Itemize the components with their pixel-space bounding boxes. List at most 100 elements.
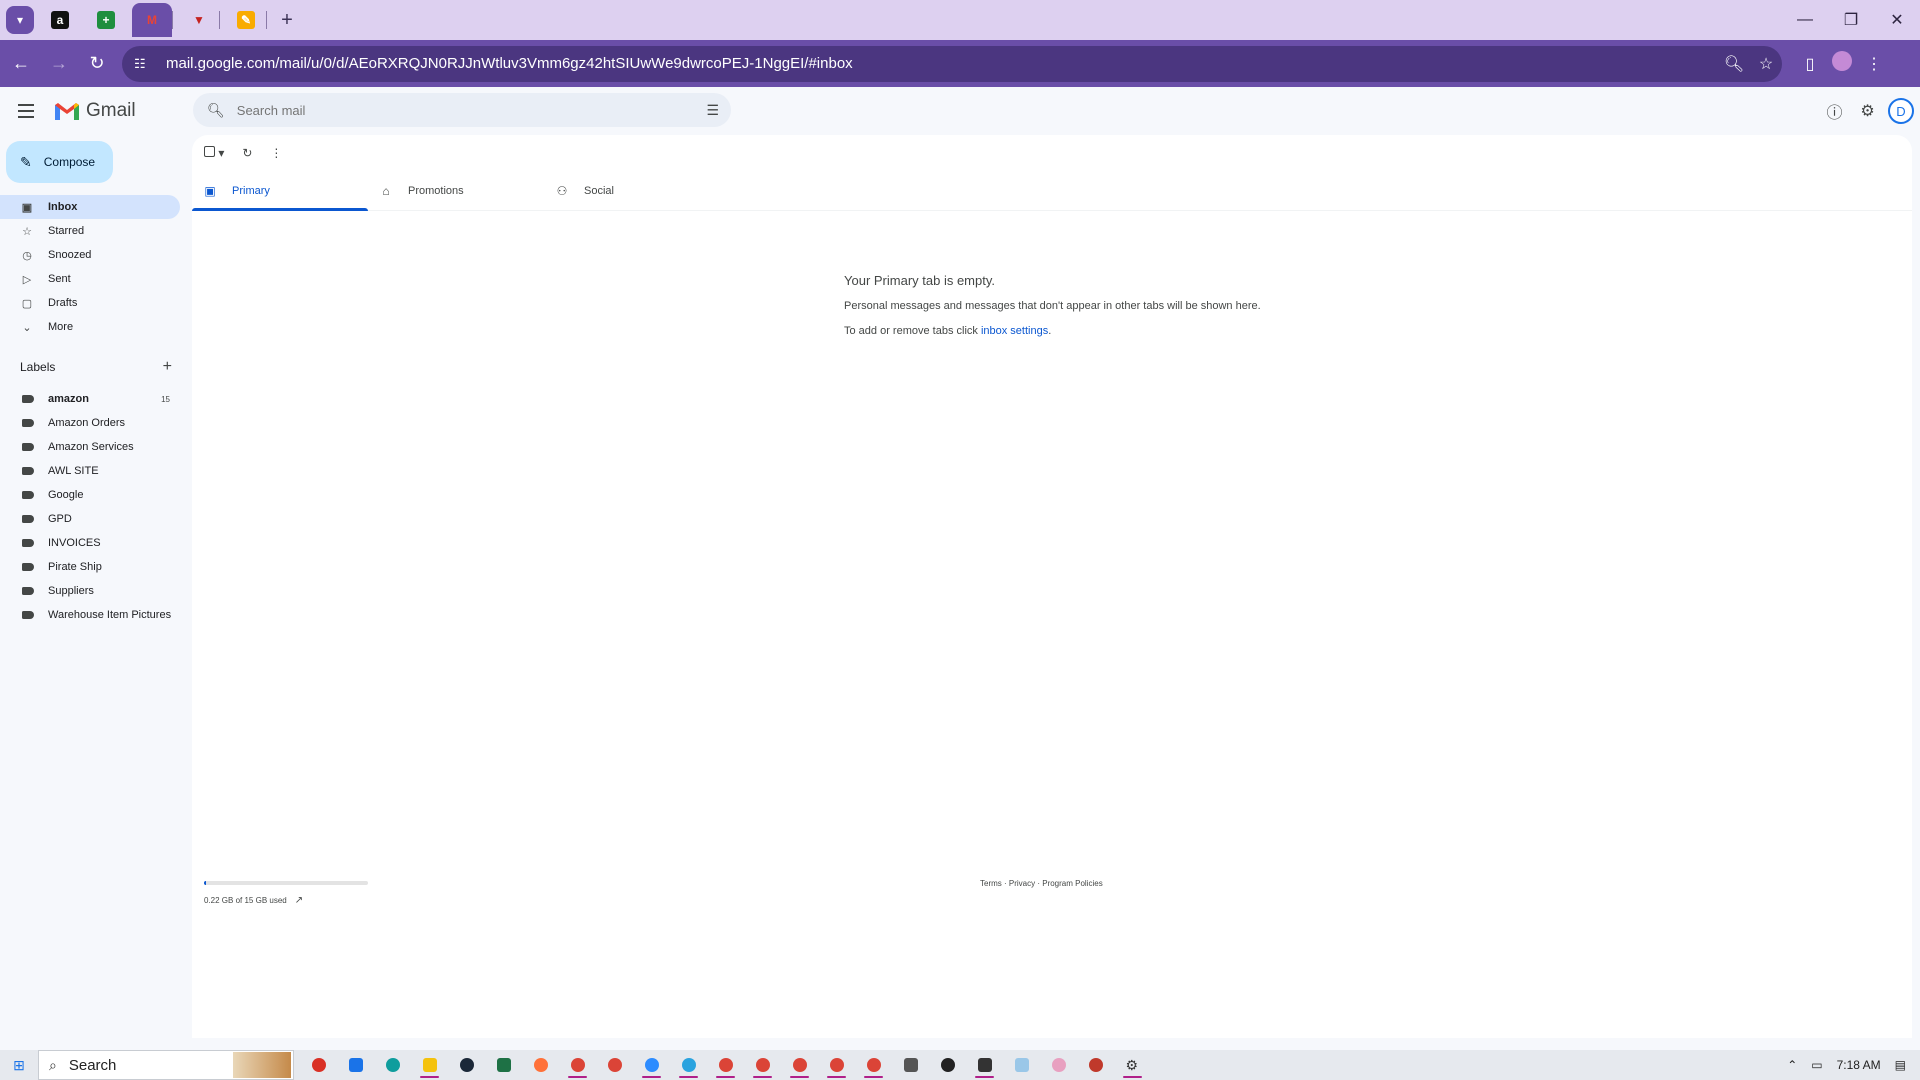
label-item[interactable]: INVOICES: [0, 531, 180, 555]
tab-primary[interactable]: ▣ Primary: [192, 171, 368, 211]
refresh-icon[interactable]: ↻: [242, 146, 252, 160]
label-item[interactable]: Amazon Orders: [0, 411, 180, 435]
taskbar-app-chrome[interactable]: [855, 1050, 892, 1080]
browser-tab-sheets[interactable]: +: [86, 3, 126, 37]
sidebar-item-inbox[interactable]: ▣ Inbox: [0, 195, 180, 219]
search-input[interactable]: [236, 102, 677, 118]
main-menu-icon[interactable]: [14, 99, 38, 123]
taskbar-app-files[interactable]: [1003, 1050, 1040, 1080]
labels-title: Labels: [20, 360, 56, 374]
tab-social[interactable]: ⚇ Social: [544, 171, 720, 210]
profile-button[interactable]: [1826, 51, 1858, 76]
taskbar-app-tool[interactable]: [1077, 1050, 1114, 1080]
help-icon[interactable]: ⓘ: [1818, 99, 1851, 123]
taskbar-app-zoom[interactable]: [633, 1050, 670, 1080]
chrome-icon: [755, 1058, 770, 1072]
label-item[interactable]: Amazon Services: [0, 435, 180, 459]
battery-icon[interactable]: ▭: [1811, 1058, 1822, 1072]
search-icon[interactable]: 🔍︎: [207, 102, 225, 119]
tab-promotions[interactable]: ⌂ Promotions: [368, 171, 544, 210]
close-icon[interactable]: ✕: [1874, 0, 1920, 40]
side-panel-icon[interactable]: ▯: [1794, 54, 1826, 74]
label-item[interactable]: Pirate Ship: [0, 555, 180, 579]
label-item[interactable]: Suppliers: [0, 579, 180, 603]
browser-tab-red[interactable]: ▼: [179, 3, 219, 37]
red-logo-favicon-icon: ▼: [193, 13, 205, 27]
compose-button[interactable]: ✎ Compose: [6, 141, 113, 183]
site-info-icon[interactable]: ☷: [134, 56, 156, 72]
taskbar-app-notes[interactable]: [966, 1050, 1003, 1080]
taskbar-app-settings[interactable]: ⚙: [1114, 1050, 1151, 1080]
start-button[interactable]: ⊞: [0, 1057, 38, 1074]
sidebar-item-snoozed[interactable]: ◷ Snoozed: [0, 243, 180, 267]
taskbar-app-chrome[interactable]: [596, 1050, 633, 1080]
browser-menu-icon[interactable]: ⋮: [1858, 54, 1890, 74]
inbox-icon: ▣: [204, 183, 216, 198]
settings-gear-icon[interactable]: ⚙: [1851, 101, 1884, 121]
sidebar-item-more[interactable]: ⌄ More: [0, 315, 180, 339]
plus-icon: +: [281, 8, 293, 31]
create-label-plus-icon[interactable]: +: [163, 358, 172, 376]
program-policies-link[interactable]: Program Policies: [1042, 879, 1102, 888]
external-link-icon[interactable]: ↗: [295, 895, 303, 906]
chevron-up-icon[interactable]: ⌃: [1787, 1058, 1797, 1072]
bookmark-star-icon[interactable]: ☆: [1750, 54, 1782, 74]
label-item[interactable]: GPD: [0, 507, 180, 531]
taskbar-app-chrome[interactable]: [707, 1050, 744, 1080]
browser-tab-gmail[interactable]: M: [132, 3, 172, 37]
terms-link[interactable]: Terms: [980, 879, 1002, 888]
taskbar-app-store[interactable]: [337, 1050, 374, 1080]
taskbar-app-firefox[interactable]: [522, 1050, 559, 1080]
taskbar-app-chrome[interactable]: [818, 1050, 855, 1080]
label-tag-icon: [22, 443, 34, 451]
restore-icon[interactable]: ❐: [1828, 0, 1874, 40]
taskbar-app-paint[interactable]: [1040, 1050, 1077, 1080]
taskbar-app-chrome[interactable]: [781, 1050, 818, 1080]
storage-text: 0.22 GB of 15 GB used: [204, 896, 287, 905]
taskbar-app-chrome[interactable]: [744, 1050, 781, 1080]
label-item[interactable]: Google: [0, 483, 180, 507]
tab-search-button[interactable]: ▾: [6, 6, 34, 34]
browser-tab-tool[interactable]: ✎: [226, 3, 266, 37]
taskbar-app-explorer[interactable]: [411, 1050, 448, 1080]
browser-tab-amazon[interactable]: a: [40, 3, 80, 37]
storage-bar: [204, 881, 368, 885]
privacy-link[interactable]: Privacy: [1009, 879, 1035, 888]
taskbar-app-calculator[interactable]: [892, 1050, 929, 1080]
taskbar-app-excel[interactable]: [485, 1050, 522, 1080]
label-unread-count: 15: [161, 394, 170, 404]
new-tab-button[interactable]: +: [273, 6, 301, 34]
taskbar-app-red[interactable]: [300, 1050, 337, 1080]
store-icon: [348, 1058, 363, 1072]
taskbar-search[interactable]: ⌕ Search: [38, 1050, 294, 1080]
taskbar-app-telegram[interactable]: [670, 1050, 707, 1080]
clock-time[interactable]: 7:18 AM: [1837, 1058, 1881, 1072]
select-all-checkbox[interactable]: ▾: [204, 146, 224, 160]
zoom-icon[interactable]: 🔍︎: [1718, 54, 1750, 74]
forward-button[interactable]: →: [42, 47, 76, 81]
search-bar[interactable]: 🔍︎ ☰: [193, 93, 731, 127]
taskbar-app-chrome[interactable]: [559, 1050, 596, 1080]
taskbar-app-steam[interactable]: [448, 1050, 485, 1080]
taskbar-app-dark[interactable]: [929, 1050, 966, 1080]
sidebar-item-starred[interactable]: ☆ Starred: [0, 219, 180, 243]
os-taskbar: ⊞ ⌕ Search ⚙ ⌃ ▭ 7:18 AM ▤: [0, 1050, 1920, 1080]
label-item[interactable]: Warehouse Item Pictures: [0, 603, 180, 627]
label-item-amazon[interactable]: amazon 15: [0, 387, 180, 411]
sidebar-item-drafts[interactable]: ▢ Drafts: [0, 291, 180, 315]
taskbar-app-edge[interactable]: [374, 1050, 411, 1080]
search-options-icon[interactable]: ☰: [706, 102, 719, 119]
inbox-settings-link[interactable]: inbox settings: [981, 325, 1048, 337]
url-text[interactable]: mail.google.com/mail/u/0/d/AEoRXRQJN0RJJ…: [166, 55, 1718, 72]
more-options-icon[interactable]: ⋮: [270, 146, 282, 160]
label-item[interactable]: AWL SITE: [0, 459, 180, 483]
back-button[interactable]: ←: [4, 47, 38, 81]
sidebar-item-sent[interactable]: ▷ Sent: [0, 267, 180, 291]
account-avatar[interactable]: D: [1888, 98, 1914, 124]
gmail-logo[interactable]: Gmail: [54, 100, 136, 122]
notifications-icon[interactable]: ▤: [1895, 1058, 1906, 1072]
address-bar[interactable]: ☷ mail.google.com/mail/u/0/d/AEoRXRQJN0R…: [122, 45, 1782, 82]
reload-button[interactable]: ↻: [80, 47, 114, 81]
minimize-icon[interactable]: —: [1782, 0, 1828, 40]
label-tag-icon: [22, 515, 34, 523]
